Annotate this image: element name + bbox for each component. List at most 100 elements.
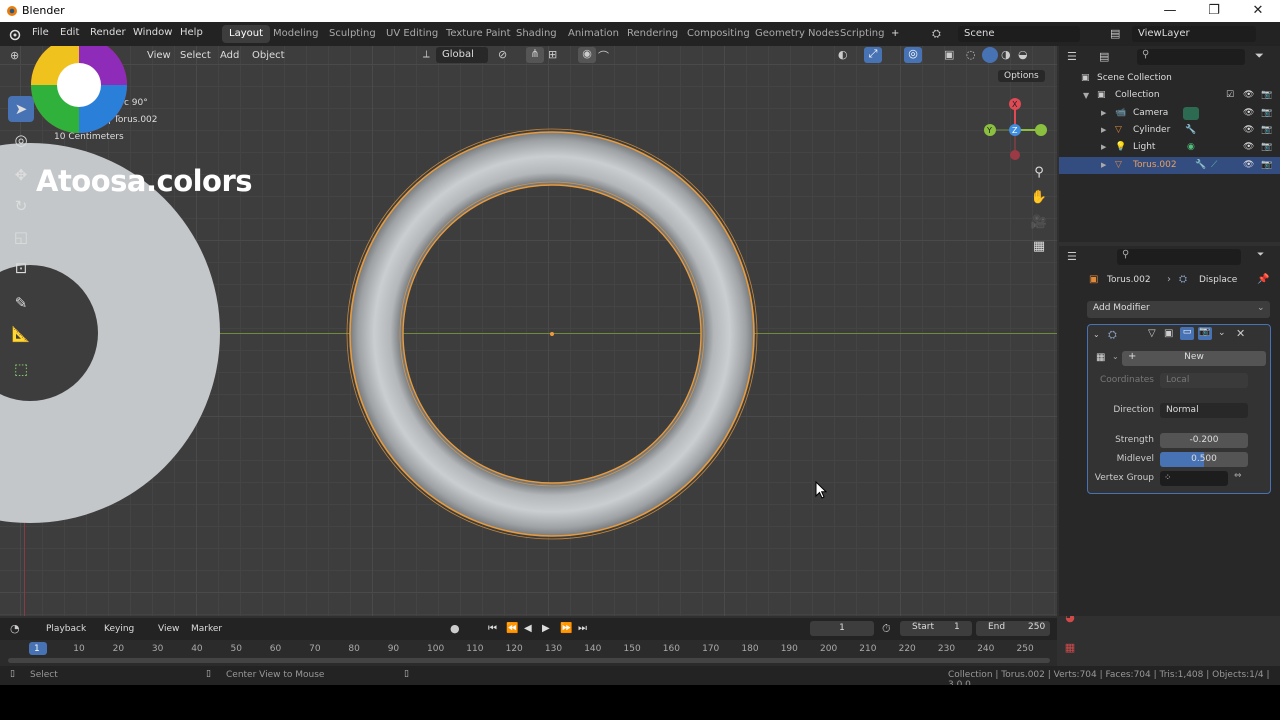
edit-mode-cage-icon[interactable]: ▽ bbox=[1148, 328, 1156, 339]
outliner-row-cylinder[interactable]: ▶ ▽ Cylinder 🔧 👁 📷 bbox=[1059, 122, 1280, 139]
camera-render-icon[interactable]: 📷 bbox=[1261, 157, 1272, 174]
view-layer-selector[interactable]: ViewLayer bbox=[1132, 26, 1256, 42]
timeline-menu-playback[interactable]: Playback bbox=[46, 624, 86, 634]
outliner-search-input[interactable] bbox=[1137, 49, 1245, 65]
xray-icon[interactable]: ▣ bbox=[944, 48, 954, 61]
blender-menu-icon[interactable] bbox=[8, 27, 22, 41]
filter-icon[interactable]: ⏷ bbox=[1255, 49, 1264, 63]
solid-shading-icon[interactable] bbox=[982, 47, 998, 63]
menu-edit[interactable]: Edit bbox=[60, 27, 79, 38]
collapse-arrow-icon[interactable]: ⌄ bbox=[1093, 330, 1100, 339]
render-icon[interactable]: 📷 bbox=[1198, 327, 1212, 340]
texture-tab-icon[interactable]: ▦ bbox=[1062, 640, 1078, 656]
scene-selector[interactable]: Scene bbox=[958, 26, 1080, 42]
tab-scripting[interactable]: Scripting bbox=[833, 25, 891, 43]
tab-modeling[interactable]: Modeling bbox=[266, 25, 326, 43]
expand-arrow-icon[interactable]: ▶ bbox=[1101, 139, 1106, 156]
record-icon[interactable]: ● bbox=[450, 622, 460, 635]
outliner-row-scene-collection[interactable]: ▣ Scene Collection bbox=[1059, 70, 1280, 87]
options-dropdown[interactable]: Options bbox=[998, 70, 1045, 82]
display-mode-icon[interactable]: ▤ bbox=[1099, 50, 1109, 63]
menu-file[interactable]: File bbox=[32, 27, 49, 38]
camera-render-icon[interactable]: 📷 bbox=[1261, 122, 1272, 139]
gizmo-toggle-icon[interactable]: ⤢ bbox=[864, 47, 882, 63]
menu-window[interactable]: Window bbox=[133, 27, 172, 38]
editmode-icon[interactable]: ▣ bbox=[1164, 328, 1173, 339]
camera-render-icon[interactable]: 📷 bbox=[1261, 87, 1272, 104]
vertex-group-field[interactable]: ⁘ bbox=[1160, 471, 1228, 486]
outliner-row-collection[interactable]: ▼ ▣ Collection ☑ 👁 📷 bbox=[1059, 87, 1280, 104]
eye-icon[interactable]: 👁 bbox=[1243, 157, 1254, 174]
properties-search-input[interactable] bbox=[1117, 249, 1241, 265]
close-button[interactable]: ✕ bbox=[1236, 2, 1280, 20]
new-texture-button[interactable]: + New bbox=[1122, 351, 1266, 366]
wireframe-shading-icon[interactable]: ◌ bbox=[966, 48, 976, 61]
coordinates-dropdown[interactable]: Local bbox=[1160, 373, 1248, 388]
camera-render-icon[interactable]: 📷 bbox=[1261, 139, 1272, 156]
zoom-icon[interactable]: ⚲ bbox=[1030, 164, 1048, 182]
tab-animation[interactable]: Animation bbox=[561, 25, 626, 43]
jump-start-icon[interactable]: ⏮ bbox=[488, 623, 497, 634]
move-tool[interactable]: ✥ bbox=[8, 162, 34, 188]
outliner-row-light[interactable]: ▶ 💡 Light ◉ 👁 📷 bbox=[1059, 139, 1280, 156]
transform-tool[interactable]: ⊡ bbox=[8, 255, 34, 281]
play-reverse-icon[interactable]: ◀ bbox=[524, 623, 532, 634]
prev-keyframe-icon[interactable]: ⏪ bbox=[506, 623, 518, 634]
expand-arrow-icon[interactable]: ▼ bbox=[1083, 87, 1089, 104]
snap-target-icon[interactable]: ⊞ bbox=[548, 48, 557, 61]
current-frame-field[interactable]: 1 bbox=[810, 621, 874, 636]
falloff-icon[interactable]: ⌒ bbox=[598, 48, 609, 64]
add-cube-tool[interactable]: ⬚ bbox=[8, 356, 34, 382]
strength-field[interactable]: -0.200 bbox=[1160, 433, 1248, 448]
pivot-icon[interactable]: ⊘ bbox=[498, 48, 507, 61]
snap-icon[interactable]: ⋔ bbox=[526, 47, 544, 63]
menu-help[interactable]: Help bbox=[180, 27, 203, 38]
tab-rendering[interactable]: Rendering bbox=[620, 25, 685, 43]
texture-checker-icon[interactable]: ▦ bbox=[1096, 352, 1105, 363]
scale-tool[interactable]: ◱ bbox=[8, 224, 34, 250]
properties-options-icon[interactable]: ⏷ bbox=[1257, 250, 1264, 260]
invert-vertex-group-icon[interactable]: ⇔ bbox=[1234, 471, 1242, 481]
minimize-button[interactable]: — bbox=[1148, 2, 1192, 20]
tab-sculpting[interactable]: Sculpting bbox=[322, 25, 383, 43]
tab-layout[interactable]: Layout bbox=[222, 25, 270, 43]
camera-render-icon[interactable]: 📷 bbox=[1261, 105, 1272, 122]
transform-orientation-dropdown[interactable]: Global bbox=[436, 47, 488, 63]
stopwatch-icon[interactable]: ⏱ bbox=[882, 622, 891, 636]
menu-render[interactable]: Render bbox=[90, 27, 126, 38]
restore-button[interactable]: ❐ bbox=[1192, 2, 1236, 20]
expand-arrow-icon[interactable]: ▶ bbox=[1101, 122, 1106, 139]
tab-texture-paint[interactable]: Texture Paint bbox=[439, 25, 518, 43]
timeline-editor-icon[interactable]: ◔ bbox=[10, 622, 20, 635]
play-icon[interactable]: ▶ bbox=[542, 623, 550, 634]
overlay-toggle-icon[interactable]: ◎ bbox=[904, 47, 922, 63]
camera-view-icon[interactable]: 🎥 bbox=[1030, 214, 1048, 232]
remove-modifier-icon[interactable]: ✕ bbox=[1236, 327, 1245, 340]
material-shading-icon[interactable]: ◑ bbox=[1001, 48, 1011, 61]
direction-dropdown[interactable]: Normal bbox=[1160, 403, 1248, 418]
navigation-gizmo[interactable]: X Y Z bbox=[982, 96, 1052, 166]
timeline-scrollbar[interactable] bbox=[8, 658, 1050, 663]
outliner-row-torus[interactable]: ▶ ▽ Torus.002 🔧 ⟋ 👁 📷 bbox=[1059, 157, 1280, 174]
realtime-icon[interactable]: ▭ bbox=[1180, 327, 1194, 340]
rendered-shading-icon[interactable]: ◒ bbox=[1018, 48, 1028, 61]
expand-arrow-icon[interactable]: ▶ bbox=[1101, 105, 1106, 122]
add-workspace-button[interactable]: + bbox=[884, 25, 906, 43]
modifier-options-icon[interactable]: ⌄ bbox=[1218, 328, 1226, 338]
outliner-row-camera[interactable]: ▶ 📹 Camera 👁 📷 bbox=[1059, 105, 1280, 122]
eye-icon[interactable]: 👁 bbox=[1243, 139, 1254, 156]
grid-perspective-icon[interactable]: ▦ bbox=[1030, 238, 1048, 256]
proportional-edit-icon[interactable]: ◉ bbox=[578, 47, 596, 63]
properties-editor-icon[interactable]: ☰ bbox=[1067, 250, 1077, 263]
viewport-menu-object[interactable]: Object bbox=[252, 50, 285, 61]
timeline-menu-view[interactable]: View bbox=[158, 624, 179, 634]
tab-compositing[interactable]: Compositing bbox=[680, 25, 757, 43]
jump-end-icon[interactable]: ⏭ bbox=[578, 623, 587, 634]
pin-icon[interactable]: 📌 bbox=[1257, 274, 1269, 285]
tab-uv-editing[interactable]: UV Editing bbox=[379, 25, 445, 43]
visibility-icon[interactable]: ◐ bbox=[838, 48, 848, 61]
add-modifier-dropdown[interactable]: Add Modifier ⌄ bbox=[1087, 301, 1270, 318]
pan-hand-icon[interactable]: ✋ bbox=[1030, 189, 1048, 207]
timeline-menu-marker[interactable]: Marker bbox=[191, 624, 222, 634]
end-frame-field[interactable]: End 250 bbox=[976, 621, 1050, 636]
